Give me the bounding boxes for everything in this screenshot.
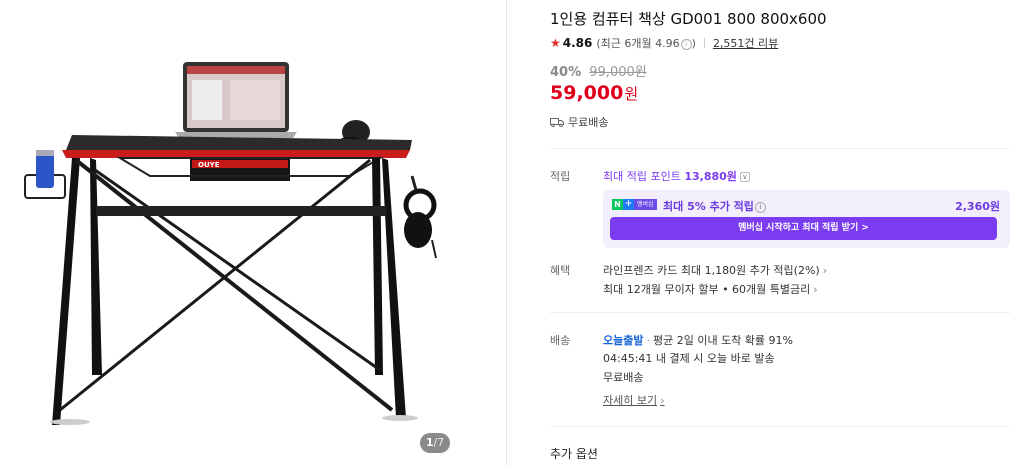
additional-options-label: 추가 옵션 <box>550 447 598 461</box>
recent-rating: (최근 6개월 4.96 i) <box>596 37 696 50</box>
free-shipping-label: 무료배송 <box>568 116 609 129</box>
chevron-right-icon: › <box>660 394 665 407</box>
review-count-link[interactable]: 2,551건 리뷰 <box>713 35 778 51</box>
card-benefit-link[interactable]: 라인프렌즈 카드 최대 1,180원 추가 적립(2%) › <box>603 262 827 278</box>
rating-row: ★ 4.86 (최근 6개월 4.96 i) 2,551건 리뷰 <box>550 35 778 51</box>
info-icon[interactable]: i <box>754 201 766 213</box>
benefit-row-label: 혜택 <box>550 264 571 277</box>
discount-rate: 40% <box>550 65 582 80</box>
original-price: 99,000원 <box>589 65 647 80</box>
truck-icon <box>550 118 564 127</box>
sale-price: 59,000원 <box>550 82 639 104</box>
membership-start-button[interactable]: 멤버십 시작하고 최대 적립 받기 > <box>610 217 997 240</box>
delivery-free-shipping: 무료배송 <box>603 371 644 384</box>
chevron-right-icon: › <box>813 283 818 296</box>
product-info-panel: 1인용 컴퓨터 책상 GD001 800 800x600 ★ 4.86 (최근 … <box>550 0 1010 466</box>
membership-points-box: N + 멤버십 최대 5% 추가 적립 i 2,360원 멤버십 시작하고 최대 적립… <box>603 190 1010 248</box>
divider <box>550 148 1010 149</box>
divider <box>550 312 1010 313</box>
product-image: OUYE <box>24 62 437 425</box>
delivery-row-label: 배송 <box>550 334 571 347</box>
dispatch-deadline: 04:45:41 내 결제 시 오늘 바로 발송 <box>603 352 775 365</box>
rating-score: 4.86 <box>562 36 593 50</box>
installment-benefit-link[interactable]: 최대 12개월 무이자 할부 • 60개월 특별금리 › <box>603 281 818 297</box>
delivery-detail-link[interactable]: 자세히 보기 › <box>603 392 665 408</box>
today-dispatch: 오늘출발 · 평균 2일 이내 도착 확률 91% <box>603 334 793 347</box>
product-image-gallery[interactable]: OUYE 1/7 <box>0 0 506 466</box>
brand-text: OUYE <box>198 161 220 169</box>
product-title: 1인용 컴퓨터 책상 GD001 800 800x600 <box>550 10 827 28</box>
points-row-label: 적립 <box>550 170 571 183</box>
extra-points-label: 최대 5% 추가 적립 i <box>663 198 766 214</box>
separator <box>703 38 705 48</box>
extra-points-value: 2,360원 <box>955 200 1000 213</box>
divider <box>550 426 1010 427</box>
image-counter: 1/7 <box>420 433 450 453</box>
naver-plus-badge: N + 멤버십 <box>612 199 657 210</box>
max-points-toggle[interactable]: 최대 적립 포인트 13,880원 ∨ <box>603 168 750 184</box>
chevron-down-icon: ∨ <box>739 172 750 182</box>
chevron-right-icon: › <box>822 264 828 277</box>
info-icon[interactable]: i <box>680 38 692 50</box>
discount-row: 40% 99,000원 <box>550 61 647 80</box>
column-divider <box>506 0 507 466</box>
shipping-info: 무료배송 <box>550 114 608 130</box>
star-icon: ★ <box>550 36 561 50</box>
